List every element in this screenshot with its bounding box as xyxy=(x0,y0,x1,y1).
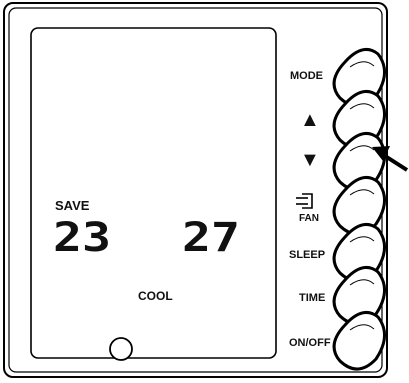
fan-icon xyxy=(296,193,313,209)
remote-control-panel: SAVE 23 27 COOL MODE ▲ ▼ FAN SLEEP TIME … xyxy=(3,2,409,378)
time-label: TIME xyxy=(299,292,325,304)
temperature-left-readout: 23 xyxy=(53,215,111,261)
mode-label: MODE xyxy=(290,70,323,82)
sleep-label: SLEEP xyxy=(289,249,325,261)
mode-indicator-cool: COOL xyxy=(138,289,173,303)
power-label: ON/OFF xyxy=(289,337,331,349)
up-arrow-icon: ▲ xyxy=(300,109,320,131)
save-indicator: SAVE xyxy=(55,198,90,213)
down-arrow-icon: ▼ xyxy=(300,149,320,171)
sensor-hole xyxy=(109,337,133,361)
temperature-right-readout: 27 xyxy=(182,215,240,261)
power-button[interactable]: ON/OFF xyxy=(289,311,386,371)
fan-label: FAN xyxy=(299,213,319,224)
lcd-screen xyxy=(30,27,277,359)
